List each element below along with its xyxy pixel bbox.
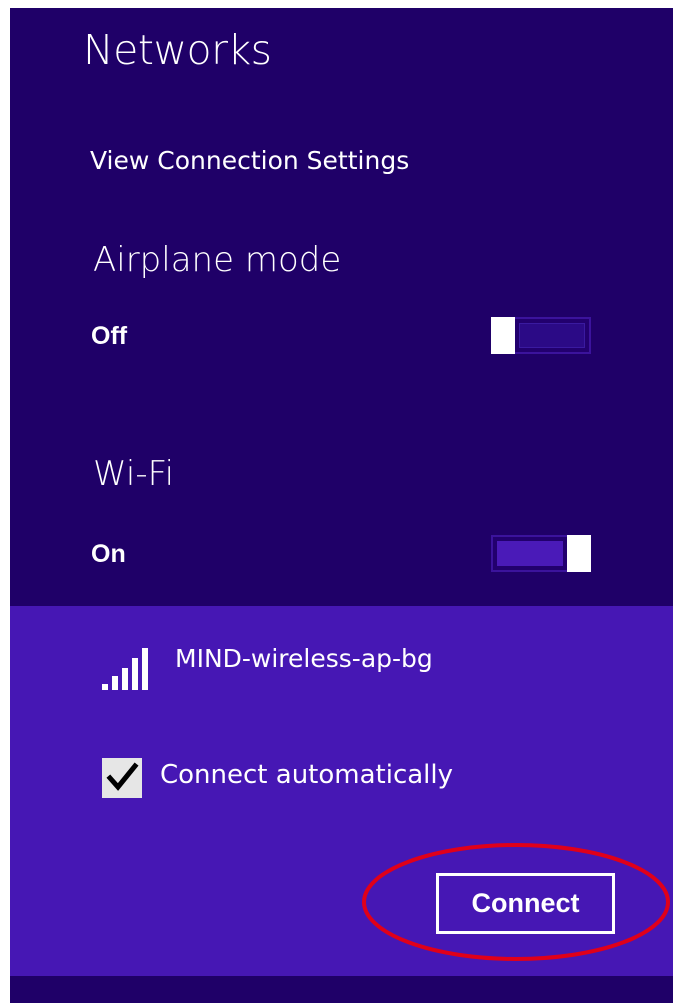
wifi-signal-bars-icon	[102, 648, 148, 690]
airplane-mode-heading: Airplane mode	[93, 240, 342, 280]
connect-button[interactable]: Connect	[436, 873, 615, 934]
network-list-item-selected[interactable]: MIND-wireless-ap-bg Connect automaticall…	[10, 606, 673, 976]
wifi-heading: Wi-Fi	[93, 454, 175, 494]
page-title: Networks	[83, 26, 272, 74]
wifi-toggle[interactable]	[491, 535, 591, 572]
airplane-mode-toggle[interactable]	[491, 317, 591, 354]
wifi-state-label: On	[91, 540, 126, 568]
airplane-mode-state-label: Off	[91, 322, 128, 350]
checkmark-icon	[106, 762, 139, 791]
view-connection-settings-link[interactable]: View Connection Settings	[90, 146, 409, 175]
connect-automatically-checkbox[interactable]	[102, 758, 142, 798]
airplane-mode-toggle-track	[519, 323, 585, 348]
wifi-toggle-track	[497, 541, 563, 566]
network-name: MIND-wireless-ap-bg	[175, 644, 433, 673]
airplane-mode-toggle-thumb[interactable]	[491, 317, 515, 354]
connect-automatically-label[interactable]: Connect automatically	[160, 760, 453, 790]
networks-charm-panel: Networks View Connection Settings Airpla…	[10, 8, 673, 1003]
wifi-toggle-thumb[interactable]	[567, 535, 591, 572]
